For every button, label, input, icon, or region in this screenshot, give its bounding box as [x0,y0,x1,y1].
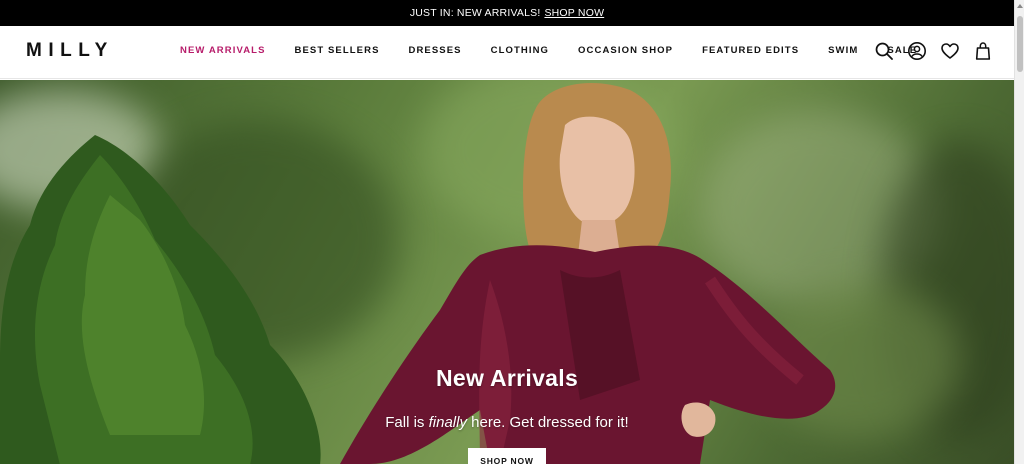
shopping-bag-icon[interactable] [973,41,993,61]
nav-dresses[interactable]: DRESSES [409,45,462,56]
nav-new-arrivals[interactable]: NEW ARRIVALS [180,45,266,56]
hero-overlay: New Arrivals Fall is finally here. Get d… [0,80,1014,464]
hero-title: New Arrivals [435,365,579,391]
hero-subtitle-end: here. Get dressed for it! [471,414,629,431]
nav-swim[interactable]: SWIM [828,45,858,56]
hero-subtitle-start: Fall is [385,414,425,431]
hero-shop-now-button[interactable]: SHOP NOW [468,448,546,464]
milly-logo[interactable]: MILLY [26,40,114,62]
scroll-up-arrow-icon[interactable] [1017,4,1023,8]
search-icon[interactable] [874,41,894,61]
hero-banner[interactable]: New Arrivals Fall is finally here. Get d… [0,80,1014,464]
scrollbar-thumb[interactable] [1017,16,1023,72]
site-header: MILLY NEW ARRIVALS BEST SELLERS DRESSES … [0,26,1014,79]
promo-shop-now-link[interactable]: SHOP NOW [544,7,604,19]
hero-subtitle: Fall is finally here. Get dressed for it… [0,414,1014,431]
nav-clothing[interactable]: CLOTHING [491,45,549,56]
wishlist-heart-icon[interactable] [940,41,960,61]
promo-text: JUST IN: NEW ARRIVALS! [409,7,541,19]
page-scrollbar[interactable] [1014,0,1024,464]
main-nav: NEW ARRIVALS BEST SELLERS DRESSES CLOTHI… [180,45,946,56]
promo-bar: JUST IN: NEW ARRIVALS! SHOP NOW [0,0,1014,26]
nav-featured-edits[interactable]: FEATURED EDITS [702,45,799,56]
nav-occasion-shop[interactable]: OCCASION SHOP [578,45,673,56]
hero-subtitle-emphasis: finally [428,414,467,431]
header-icons [874,41,993,61]
nav-best-sellers[interactable]: BEST SELLERS [295,45,380,56]
account-icon[interactable] [907,41,927,61]
